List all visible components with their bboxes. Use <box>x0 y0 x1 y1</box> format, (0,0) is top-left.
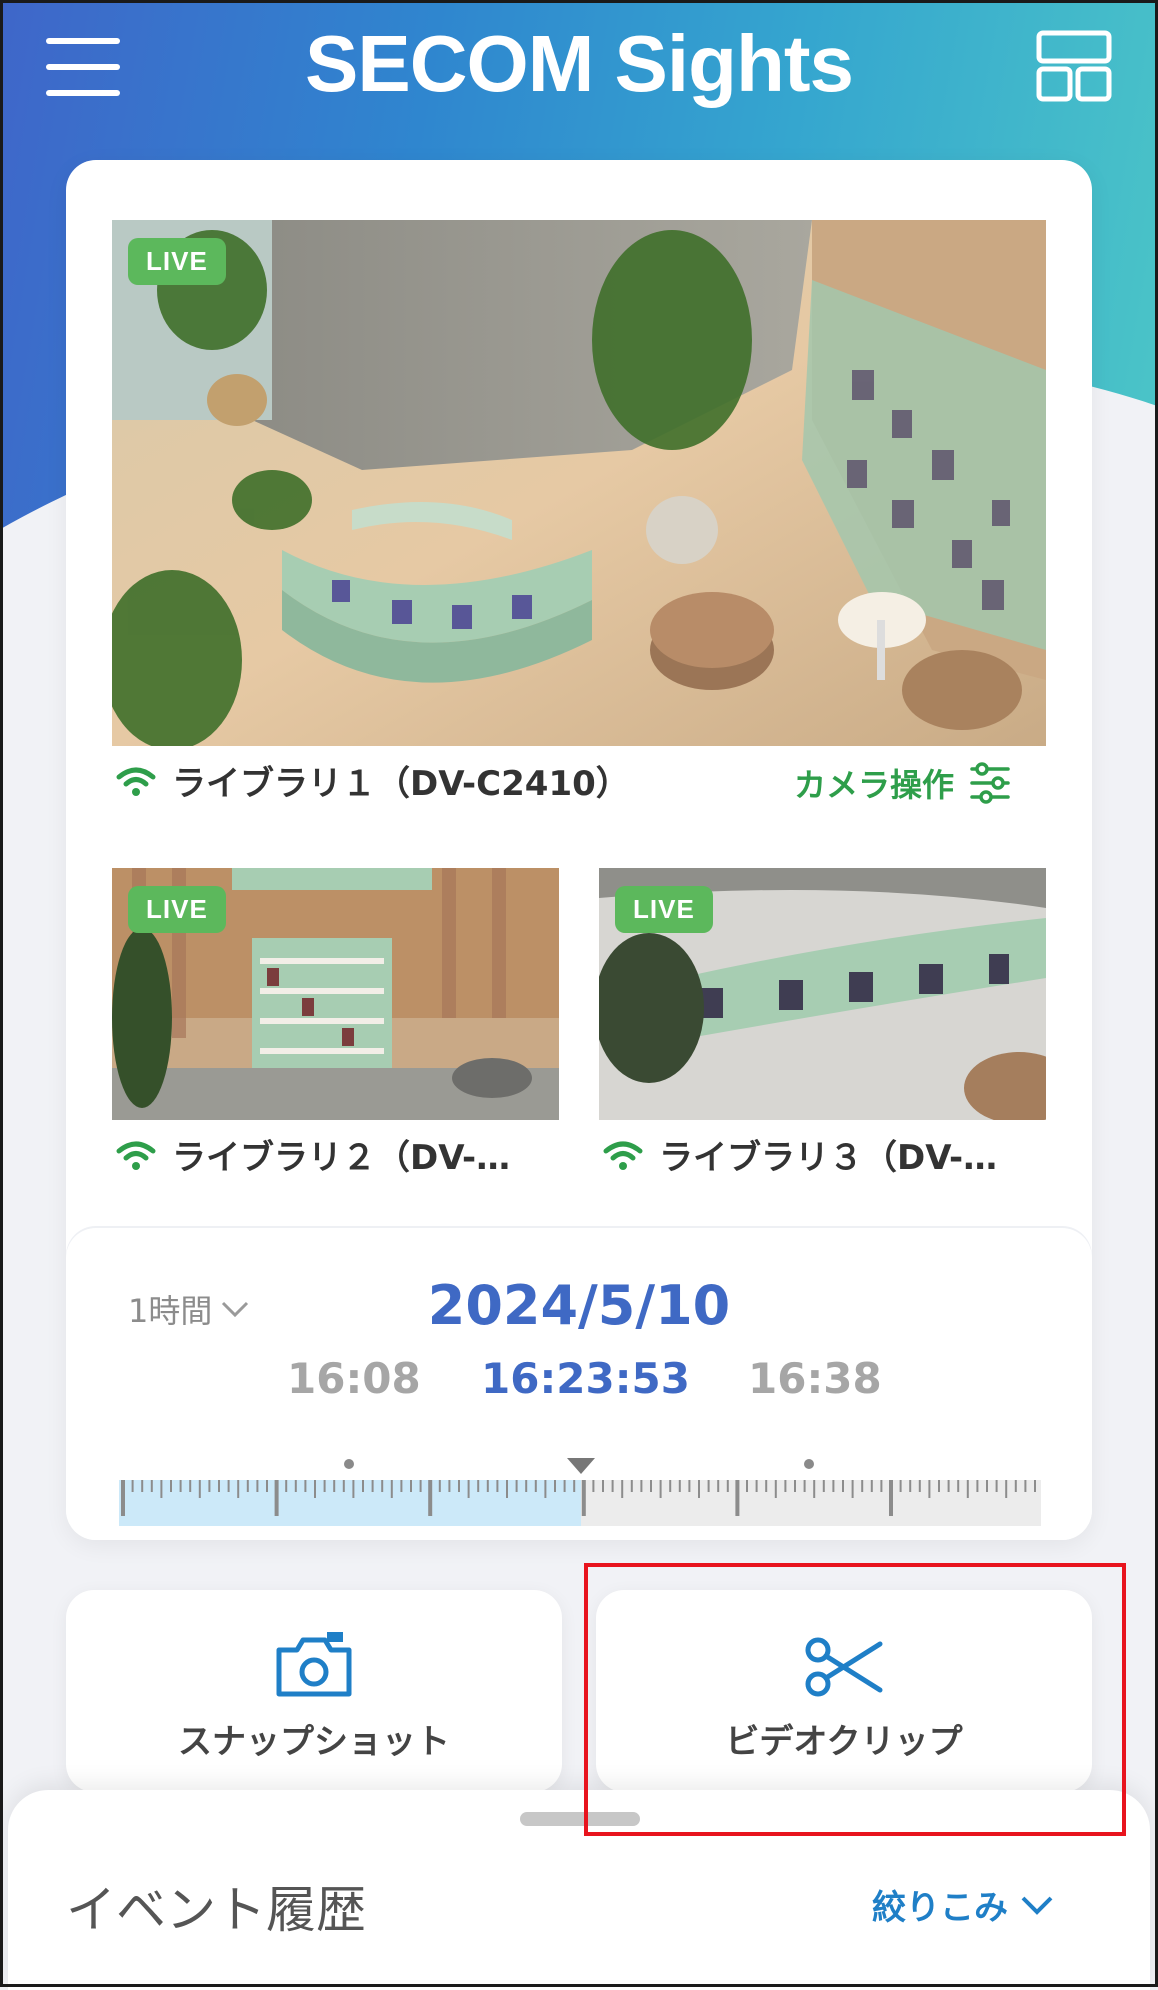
live-badge: LIVE <box>615 886 713 933</box>
timeline-date: 2024/5/10 <box>427 1274 731 1337</box>
filter-button[interactable]: 絞りこみ <box>872 1880 1054 1929</box>
camera-name-3: ライブラリ３（DV-… <box>659 1138 998 1178</box>
camera-label-3: ライブラリ３（DV-… <box>603 1130 997 1179</box>
timeline-ruler[interactable] <box>119 1456 1041 1526</box>
live-badge: LIVE <box>128 886 226 933</box>
camera-view-3[interactable]: LIVE <box>599 868 1046 1120</box>
camera-feed-image <box>112 220 1046 746</box>
layout-grid-icon[interactable] <box>1036 30 1112 102</box>
sliders-icon <box>970 762 1010 804</box>
highlight-box <box>584 1563 1126 1836</box>
camera-name-main: ライブラリ１（DV-C2410） <box>172 764 630 804</box>
camera-label-main: ライブラリ１（DV-C2410） <box>116 756 630 805</box>
camera-name-2: ライブラリ２（DV-… <box>172 1138 511 1178</box>
camera-card: LIVE ライブラリ１（DV-C2410） カメラ操作 LIVE ライブラリ２（… <box>66 160 1092 1540</box>
time-current: 16:23:53 <box>481 1354 690 1403</box>
time-next: 16:38 <box>748 1354 882 1403</box>
live-badge: LIVE <box>128 238 226 285</box>
chevron-down-icon <box>1021 1896 1053 1915</box>
camera-view-main[interactable]: LIVE <box>112 220 1046 746</box>
app-title: SECOM Sights <box>304 19 854 108</box>
event-history-title: イベント履歴 <box>66 1881 366 1939</box>
snapshot-label: スナップショット <box>178 1722 450 1762</box>
time-prev: 16:08 <box>287 1354 421 1403</box>
timeline-panel: 1時間 2024/5/10 16:08 16:23:53 16:38 <box>66 1226 1092 1540</box>
camera-view-2[interactable]: LIVE <box>112 868 559 1120</box>
filter-label: 絞りこみ <box>872 1888 1008 1928</box>
wifi-signal-icon <box>116 1141 156 1170</box>
wifi-signal-icon <box>603 1141 643 1170</box>
camera-label-2: ライブラリ２（DV-… <box>116 1130 510 1179</box>
camera-icon <box>276 1632 352 1697</box>
wifi-signal-icon <box>116 767 156 796</box>
camera-operation-label: カメラ操作 <box>794 766 955 804</box>
camera-operation-button[interactable]: カメラ操作 <box>794 760 1012 806</box>
snapshot-button[interactable]: スナップショット <box>66 1590 562 1792</box>
